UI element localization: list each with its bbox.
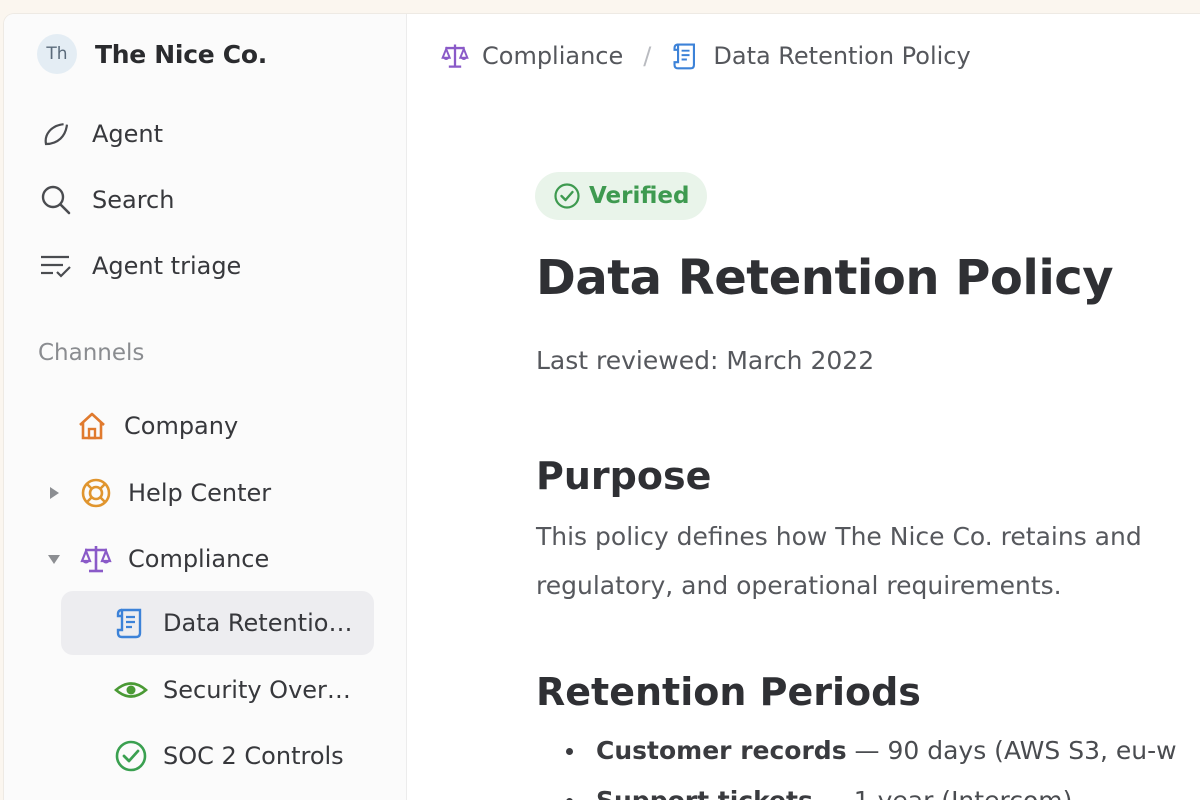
page-item-soc2-controls[interactable]: SOC 2 Controls	[61, 724, 374, 788]
scales-icon	[78, 541, 114, 577]
list-item-term: Support tickets	[596, 786, 813, 800]
eye-icon	[113, 672, 149, 708]
list-item-text: — 90 days (AWS S3, eu-w	[846, 736, 1177, 765]
document-view: Compliance / Data Retention Policy Verif…	[408, 14, 1200, 800]
home-icon	[74, 408, 110, 444]
paragraph-line: regulatory, and operational requirements…	[536, 571, 1062, 600]
channel-label: Help Center	[128, 479, 272, 507]
check-circle-icon	[553, 182, 581, 210]
chevron-down-icon[interactable]	[44, 549, 64, 569]
breadcrumb-parent-link[interactable]: Compliance	[482, 42, 623, 70]
channel-help-center[interactable]: Help Center	[44, 468, 271, 518]
retention-periods-list: Customer records — 90 days (AWS S3, eu-w…	[536, 726, 1177, 800]
scroll-doc-icon	[671, 41, 701, 71]
app-window: Th The Nice Co. Agent Search Agent triag…	[4, 14, 1200, 800]
section-heading-purpose: Purpose	[536, 454, 712, 498]
channel-label: Company	[124, 412, 239, 440]
nav-item-agent[interactable]: Agent	[38, 112, 163, 156]
page-item-security-overview[interactable]: Security Overview	[61, 658, 374, 722]
document-title: Data Retention Policy	[536, 250, 1114, 306]
channel-label: Compliance	[128, 545, 270, 573]
nav-label: Search	[92, 186, 175, 214]
page-item-label: Security Overview	[163, 676, 363, 704]
list-item: Support tickets — 1 year (Intercom)	[536, 776, 1177, 800]
page-item-data-retention-policy[interactable]: Data Retention Policy	[61, 591, 374, 655]
breadcrumb: Compliance / Data Retention Policy	[440, 34, 971, 78]
agent-leaf-icon	[38, 116, 74, 152]
nav-item-search[interactable]: Search	[38, 178, 174, 222]
nav-label: Agent	[92, 120, 164, 148]
page-item-label: Data Retention Policy	[163, 609, 363, 637]
page-item-label: SOC 2 Controls	[163, 742, 344, 770]
verified-badge-label: Verified	[589, 183, 690, 209]
list-item-text: — 1 year (Intercom)	[813, 786, 1073, 800]
workspace-name: The Nice Co.	[95, 39, 267, 69]
nav-label: Agent triage	[92, 252, 242, 280]
list-item: Customer records — 90 days (AWS S3, eu-w	[536, 726, 1177, 776]
lifebuoy-icon	[78, 475, 114, 511]
scales-icon	[440, 41, 470, 71]
list-item-term: Customer records	[596, 736, 847, 765]
workspace-switcher[interactable]: Th The Nice Co.	[37, 34, 267, 74]
breadcrumb-current[interactable]: Data Retention Policy	[713, 42, 970, 70]
triage-list-check-icon	[38, 248, 74, 284]
verified-badge[interactable]: Verified	[535, 172, 708, 220]
check-circle-icon	[113, 738, 149, 774]
search-icon	[38, 182, 74, 218]
chevron-right-icon[interactable]	[44, 483, 64, 503]
purpose-paragraph: This policy defines how The Nice Co. ret…	[536, 512, 1142, 610]
channel-compliance[interactable]: Compliance	[44, 534, 269, 584]
last-reviewed-meta: Last reviewed: March 2022	[536, 346, 875, 375]
section-heading-retention-periods: Retention Periods	[536, 670, 921, 714]
sidebar: Th The Nice Co. Agent Search Agent triag…	[4, 14, 407, 800]
breadcrumb-separator: /	[643, 42, 652, 70]
scroll-doc-icon	[113, 605, 149, 641]
channels-section-title: Channels	[38, 340, 145, 366]
nav-item-agent-triage[interactable]: Agent triage	[38, 244, 241, 288]
workspace-avatar: Th	[37, 34, 77, 74]
channel-company[interactable]: Company	[74, 401, 238, 451]
paragraph-line: This policy defines how The Nice Co. ret…	[536, 522, 1142, 551]
